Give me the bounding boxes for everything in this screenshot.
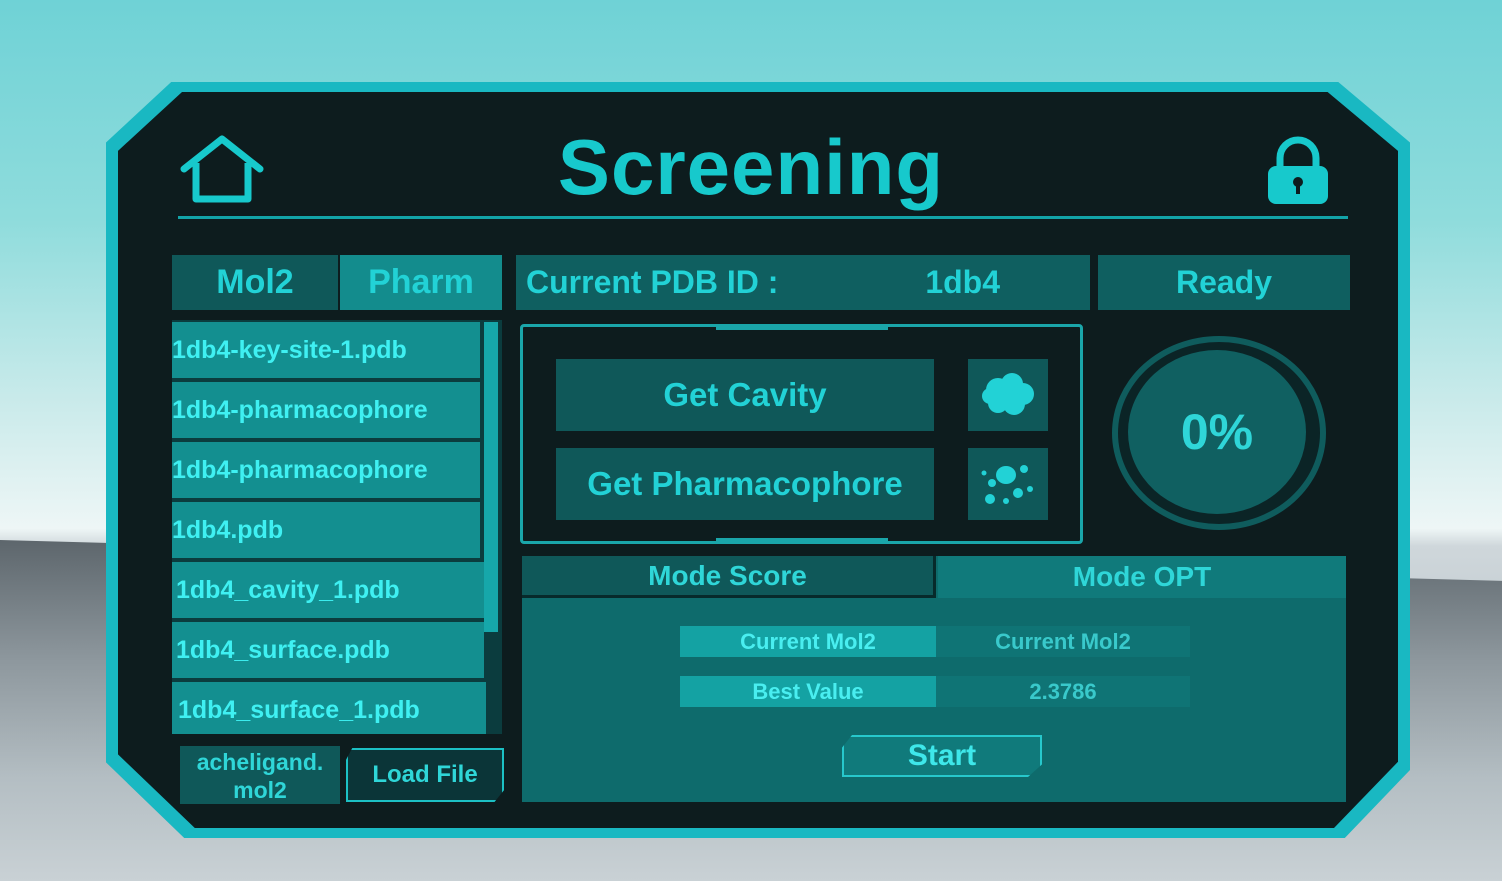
best-value-label: Best Value <box>680 676 936 707</box>
current-mol2-value: Current Mol2 <box>936 626 1190 657</box>
tab-pharm[interactable]: Pharm <box>340 255 502 310</box>
cloud-icon <box>982 373 1034 415</box>
tab-mode-opt[interactable]: Mode OPT <box>938 556 1346 598</box>
ligand-filename-line2: mol2 <box>233 777 287 803</box>
current-pdb-bar: Current PDB ID : 1db4 <box>516 255 1090 310</box>
list-item[interactable]: 1db4.pdb <box>172 502 480 558</box>
tab-mode-score[interactable]: Mode Score <box>522 556 936 598</box>
list-item[interactable]: 1db4_surface_1.pdb <box>172 682 486 734</box>
start-button[interactable]: Start <box>842 735 1042 777</box>
cavity-icon-button[interactable] <box>968 359 1048 431</box>
pdb-id-label: Current PDB ID : <box>526 264 779 300</box>
dots-icon <box>981 465 1033 504</box>
best-value-value: 2.3786 <box>936 676 1190 707</box>
ligand-filename-line1: acheligand. <box>196 749 324 775</box>
pdb-id-value: 1db4 <box>925 264 1000 300</box>
load-file-button[interactable]: Load File <box>346 748 504 802</box>
pharmacophore-icon-button[interactable] <box>968 448 1048 520</box>
status-badge: Ready <box>1098 255 1350 310</box>
file-list[interactable]: 1db4-key-site-1.pdb 1db4-pharmacophore 1… <box>172 320 502 734</box>
file-list-scrollbar[interactable] <box>484 322 498 632</box>
frame-accent-bottom <box>716 538 888 544</box>
ligand-filename: acheligand. mol2 <box>180 746 340 804</box>
list-item[interactable]: 1db4-key-site-1.pdb <box>172 322 480 378</box>
frame-accent-top <box>716 324 888 330</box>
list-item[interactable]: 1db4_cavity_1.pdb <box>172 562 484 618</box>
current-mol2-label: Current Mol2 <box>680 626 936 657</box>
list-item[interactable]: 1db4_surface.pdb <box>172 622 484 678</box>
progress-percent: 0% <box>1128 350 1306 514</box>
lock-icon[interactable] <box>1266 136 1330 206</box>
list-item[interactable]: 1db4-pharmacophore <box>172 442 480 498</box>
tab-mol2[interactable]: Mol2 <box>172 255 338 310</box>
list-item[interactable]: 1db4-pharmacophore <box>172 382 480 438</box>
get-cavity-button[interactable]: Get Cavity <box>556 359 934 431</box>
get-pharmacophore-button[interactable]: Get Pharmacophore <box>556 448 934 520</box>
title-divider <box>178 216 1348 219</box>
